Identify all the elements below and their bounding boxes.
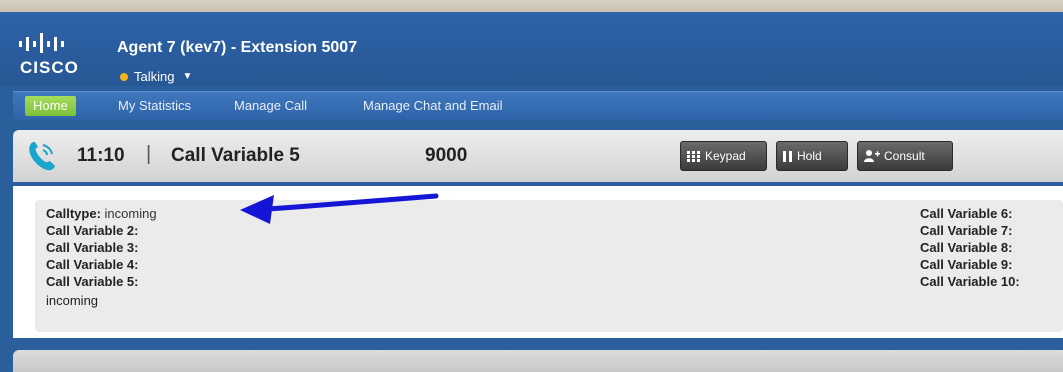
call-variable-2-row: Call Variable 2:: [46, 223, 139, 238]
call-variable-5-row: Call Variable 5:: [46, 274, 139, 289]
var-label: Call Variable 4:: [46, 257, 139, 272]
call-variables-panel: Calltype: incoming Call Variable 2: Call…: [13, 186, 1063, 338]
consult-icon: [864, 150, 880, 162]
keypad-button[interactable]: Keypad: [680, 141, 767, 171]
window-top-strip: [0, 0, 1063, 12]
tab-my-statistics[interactable]: My Statistics: [110, 96, 199, 116]
var-value: incoming: [104, 206, 157, 221]
app-header: CISCO Agent 7 (kev7) - Extension 5007 Ta…: [0, 12, 1063, 86]
keypad-label: Keypad: [705, 149, 746, 163]
annotation-arrow-icon: [240, 193, 439, 224]
call-variable-10-row: Call Variable 10:: [920, 274, 1020, 289]
next-panel-header: [13, 350, 1063, 372]
call-number: 9000: [425, 145, 468, 166]
call-variable-5-value: incoming: [46, 293, 99, 308]
keypad-icon: [687, 150, 700, 162]
pause-icon: [783, 150, 792, 162]
tab-manage-chat-email[interactable]: Manage Chat and Email: [355, 96, 510, 116]
hold-button[interactable]: Hold: [776, 141, 848, 171]
var-label: Call Variable 3:: [46, 240, 139, 255]
cisco-logo-text: CISCO: [20, 58, 79, 77]
var-label: Call Variable 9:: [920, 257, 1013, 272]
call-variable-7-row: Call Variable 7:: [920, 223, 1013, 238]
call-timer: 11:10: [77, 145, 125, 166]
var-label: Call Variable 5:: [46, 274, 139, 289]
var-label: Call Variable 8:: [920, 240, 1013, 255]
agent-status-dropdown[interactable]: Talking ▼: [120, 69, 192, 84]
call-separator: |: [146, 143, 152, 165]
phone-icon: [29, 142, 55, 171]
var-label: Call Variable 10:: [920, 274, 1020, 289]
var-label: Call Variable 2:: [46, 223, 139, 238]
agent-title: Agent 7 (kev7) - Extension 5007: [117, 39, 358, 56]
tab-manage-call[interactable]: Manage Call: [226, 96, 315, 116]
hold-label: Hold: [797, 149, 822, 163]
call-variable-3-row: Call Variable 3:: [46, 240, 139, 255]
var-label: Call Variable 7:: [920, 223, 1013, 238]
chevron-down-icon: ▼: [182, 71, 193, 82]
var-label: Calltype:: [46, 206, 101, 221]
call-variable-8-row: Call Variable 8:: [920, 240, 1013, 255]
call-control-bar: 11:10 | Call Variable 5 9000 Keypad Hold…: [13, 130, 1063, 182]
main-nav: Home My Statistics Manage Call Manage Ch…: [13, 91, 1063, 120]
call-variable-4-row: Call Variable 4:: [46, 257, 139, 272]
consult-button[interactable]: Consult: [857, 141, 953, 171]
call-variable-label: Call Variable 5: [171, 145, 300, 166]
call-variable-9-row: Call Variable 9:: [920, 257, 1013, 272]
var-label: Call Variable 6:: [920, 206, 1013, 221]
call-variables-box: Calltype: incoming Call Variable 2: Call…: [35, 200, 1063, 332]
status-indicator-icon: [120, 72, 128, 81]
tab-home[interactable]: Home: [25, 96, 76, 116]
cisco-bars-icon: [19, 33, 64, 53]
cisco-logo: CISCO: [18, 32, 98, 80]
consult-label: Consult: [884, 149, 925, 163]
call-variable-6-row: Call Variable 6:: [920, 206, 1013, 221]
calltype-row: Calltype: incoming: [46, 206, 157, 221]
status-label: Talking: [134, 69, 175, 84]
